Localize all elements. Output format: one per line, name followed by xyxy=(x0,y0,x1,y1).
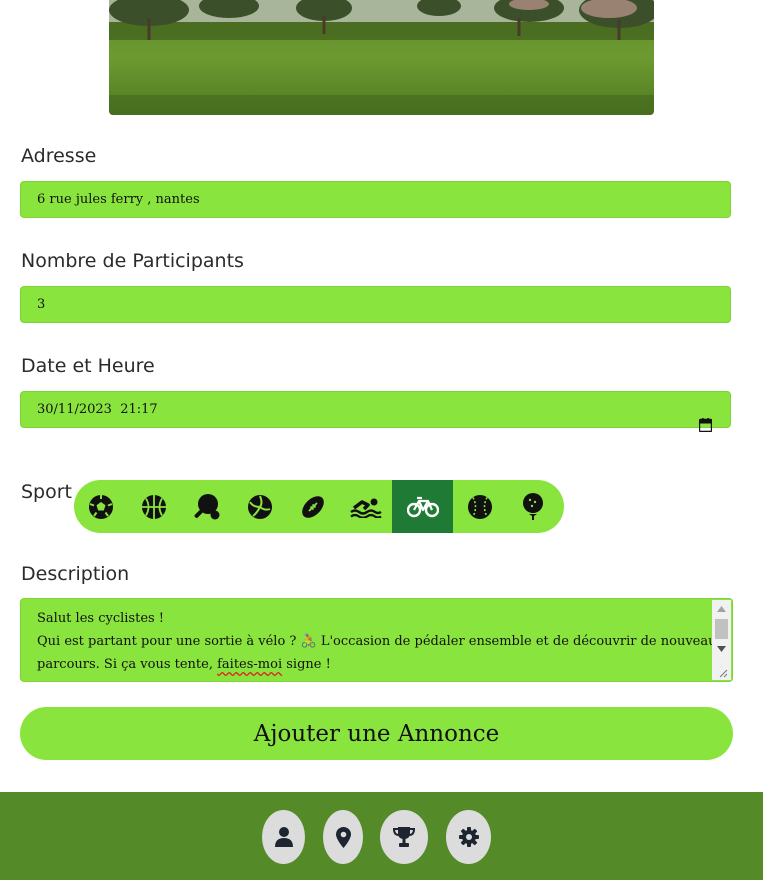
address-value: 6 rue jules ferry , nantes xyxy=(37,192,200,207)
scroll-down-icon[interactable] xyxy=(717,646,726,652)
description-text: signe ! xyxy=(282,657,331,672)
participants-label: Nombre de Participants xyxy=(21,250,244,272)
description-line: Salut les cyclistes ! xyxy=(37,611,165,626)
participants-input[interactable]: 3 xyxy=(20,286,731,323)
volleyball-icon xyxy=(247,494,272,519)
baseball-icon xyxy=(467,494,492,519)
footer-nav xyxy=(0,792,763,880)
nav-profile-button[interactable] xyxy=(262,810,305,864)
sport-option-baseball[interactable] xyxy=(453,480,506,533)
address-label: Adresse xyxy=(21,145,97,167)
resize-handle-icon[interactable] xyxy=(718,668,728,678)
nav-settings-button[interactable] xyxy=(446,810,491,864)
description-line: parcours. Si ça vous tente, faites-moi s… xyxy=(37,653,706,676)
datetime-value: 30/11/2023 21:17 xyxy=(37,402,158,417)
description-label: Description xyxy=(21,563,130,585)
sport-option-basketball[interactable] xyxy=(127,480,180,533)
nav-trophy-button[interactable] xyxy=(380,810,428,864)
sport-option-soccer[interactable] xyxy=(74,480,127,533)
address-input[interactable]: 6 rue jules ferry , nantes xyxy=(20,181,731,218)
textarea-scrollbar[interactable] xyxy=(712,600,731,680)
sport-option-american-football[interactable] xyxy=(286,480,339,533)
datetime-input[interactable]: 30/11/2023 21:17 xyxy=(20,391,731,433)
swimming-icon xyxy=(349,498,382,518)
sport-option-swimming[interactable] xyxy=(339,480,392,533)
description-line: Qui est partant pour une sortie à vélo ?… xyxy=(37,634,724,649)
scroll-thumb[interactable] xyxy=(715,619,728,639)
calendar-icon[interactable] xyxy=(682,403,713,451)
soccer-ball-icon xyxy=(88,494,113,519)
nav-map-button[interactable] xyxy=(323,810,363,864)
american-football-icon xyxy=(301,495,324,518)
description-text: parcours. Si ça vous tente, xyxy=(37,657,218,672)
scroll-up-icon[interactable] xyxy=(717,606,726,612)
user-icon xyxy=(274,827,293,847)
bicycle-icon xyxy=(406,496,439,517)
sport-option-volleyball[interactable] xyxy=(233,480,286,533)
trophy-icon xyxy=(393,827,415,847)
sport-option-golf[interactable] xyxy=(506,480,559,533)
misspelled-word: faites-moi xyxy=(217,657,283,672)
sport-option-cycling[interactable] xyxy=(392,480,453,533)
location-pin-icon xyxy=(335,826,351,848)
sport-label: Sport xyxy=(21,481,73,503)
ping-pong-icon xyxy=(194,493,219,519)
event-photo xyxy=(109,0,654,115)
golf-icon xyxy=(522,492,543,520)
basketball-icon xyxy=(141,494,166,519)
participants-value: 3 xyxy=(37,297,46,312)
gear-icon xyxy=(458,827,479,847)
datetime-label: Date et Heure xyxy=(21,355,155,377)
add-listing-button[interactable]: Ajouter une Annonce xyxy=(20,707,733,760)
sport-option-ping-pong[interactable] xyxy=(180,480,233,533)
description-textarea[interactable]: Salut les cyclistes ! Qui est partant po… xyxy=(20,598,733,682)
sport-selector xyxy=(74,480,564,533)
